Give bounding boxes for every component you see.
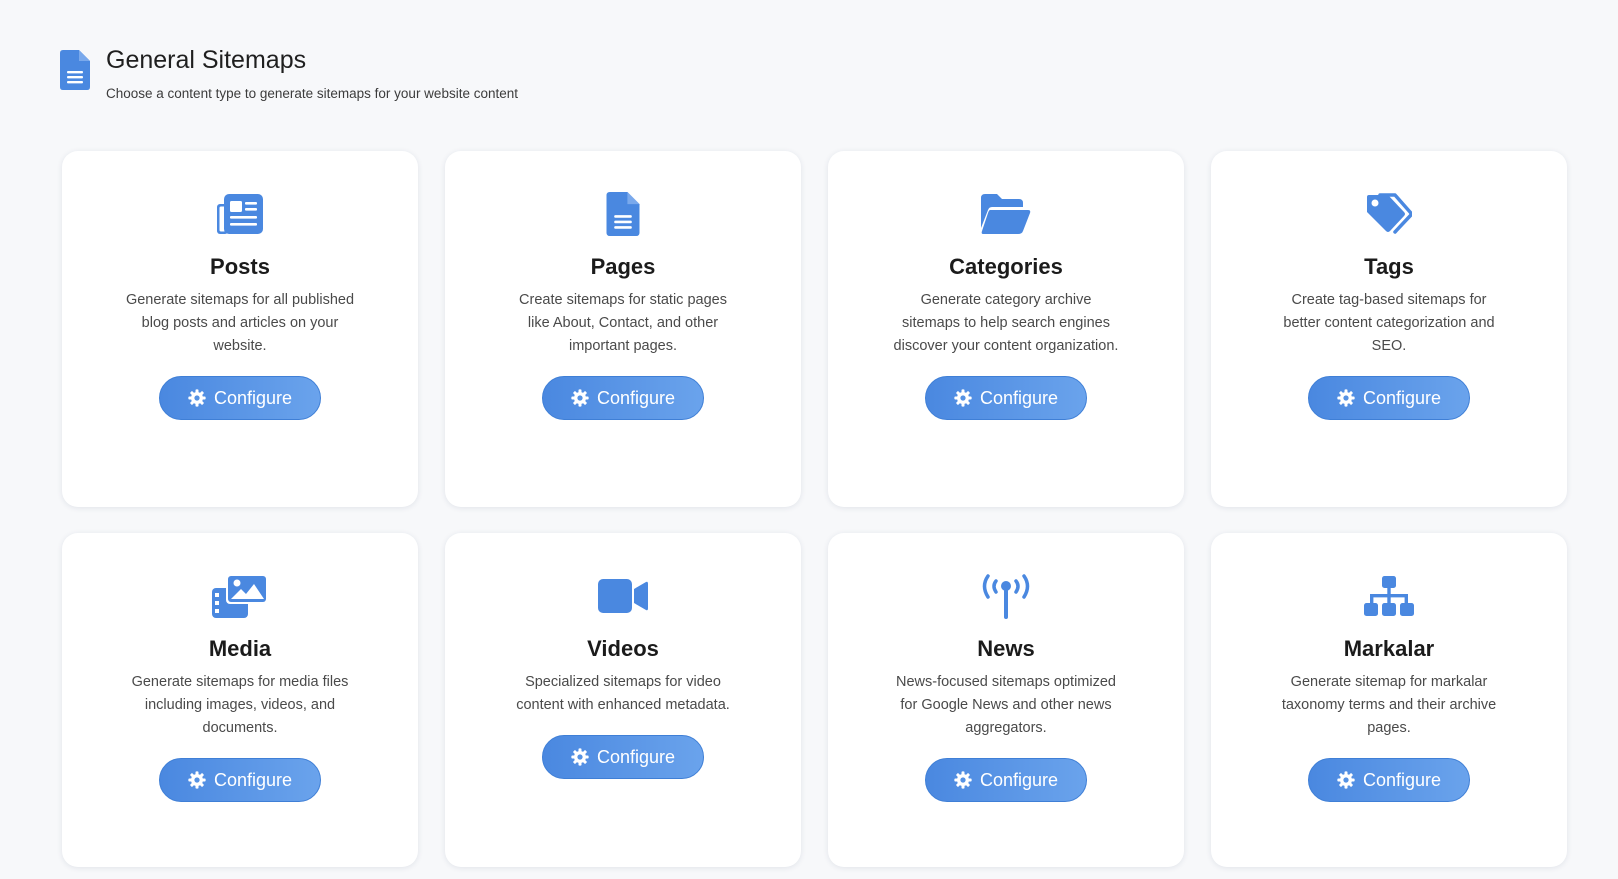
card-categories: Categories Generate category archive sit… xyxy=(828,151,1184,507)
file-alt-icon xyxy=(606,192,640,236)
card-title: Videos xyxy=(587,636,659,661)
card-description: Specialized sitemaps for video content w… xyxy=(516,674,730,713)
card-media: Media Generate sitemaps for media files … xyxy=(62,533,418,867)
configure-label: Configure xyxy=(596,746,676,767)
header-text: General Sitemaps Choose a content type t… xyxy=(106,44,518,101)
configure-tags-button[interactable]: Configure xyxy=(1308,376,1470,420)
card-videos: Videos Specialized sitemaps for video co… xyxy=(445,533,801,867)
configure-posts-button[interactable]: Configure xyxy=(159,376,321,420)
card-description: Create sitemaps for static pages like Ab… xyxy=(519,292,727,354)
gear-icon xyxy=(571,389,589,407)
card-title: Categories xyxy=(949,254,1063,279)
gear-icon xyxy=(188,389,206,407)
card-title: Tags xyxy=(1364,254,1414,279)
photo-video-icon xyxy=(212,574,268,618)
card-description: Generate sitemaps for media files includ… xyxy=(131,674,349,736)
card-tags: Tags Create tag-based sitemaps for bette… xyxy=(1211,151,1567,507)
gear-icon xyxy=(1337,771,1355,789)
gear-icon xyxy=(188,771,206,789)
card-description: Generate sitemap for markalar taxonomy t… xyxy=(1281,674,1497,736)
card-title: News xyxy=(977,636,1035,661)
configure-media-button[interactable]: Configure xyxy=(159,758,321,802)
page: General Sitemaps Choose a content type t… xyxy=(0,0,1618,879)
sitemap-icon xyxy=(1364,576,1414,616)
configure-label: Configure xyxy=(979,387,1059,408)
gear-icon xyxy=(1337,389,1355,407)
configure-label: Configure xyxy=(213,387,293,408)
broadcast-tower-icon xyxy=(982,574,1030,619)
gear-icon xyxy=(571,748,589,766)
folder-open-icon xyxy=(981,194,1031,234)
card-news: News News-focused sitemaps optimized for… xyxy=(828,533,1184,867)
page-header: General Sitemaps Choose a content type t… xyxy=(60,44,518,101)
video-icon xyxy=(598,579,648,613)
newspaper-icon xyxy=(217,194,263,234)
card-description: Create tag-based sitemaps for better con… xyxy=(1283,292,1495,354)
gear-icon xyxy=(954,389,972,407)
page-title: General Sitemaps xyxy=(106,46,307,74)
card-description: Generate sitemaps for all published blog… xyxy=(125,292,355,354)
card-markalar: Markalar Generate sitemap for markalar t… xyxy=(1211,533,1567,867)
file-alt-icon xyxy=(60,50,90,90)
configure-label: Configure xyxy=(1362,387,1442,408)
configure-label: Configure xyxy=(596,387,676,408)
configure-videos-button[interactable]: Configure xyxy=(542,735,704,779)
configure-news-button[interactable]: Configure xyxy=(925,758,1087,802)
configure-categories-button[interactable]: Configure xyxy=(925,376,1087,420)
card-title: Posts xyxy=(210,254,270,279)
configure-markalar-button[interactable]: Configure xyxy=(1308,758,1470,802)
tags-icon xyxy=(1367,193,1412,234)
gear-icon xyxy=(954,771,972,789)
configure-label: Configure xyxy=(213,769,293,790)
card-title: Markalar xyxy=(1343,636,1435,661)
card-title: Pages xyxy=(590,254,656,279)
card-pages: Pages Create sitemaps for static pages l… xyxy=(445,151,801,507)
card-posts: Posts Generate sitemaps for all publishe… xyxy=(62,151,418,507)
configure-pages-button[interactable]: Configure xyxy=(542,376,704,420)
sitemap-type-grid: Posts Generate sitemaps for all publishe… xyxy=(62,151,1567,867)
card-description: News-focused sitemaps optimized for Goog… xyxy=(895,674,1116,736)
configure-label: Configure xyxy=(1362,769,1442,790)
card-description: Generate category archive sitemaps to he… xyxy=(893,292,1119,354)
configure-label: Configure xyxy=(979,769,1059,790)
page-subtitle: Choose a content type to generate sitema… xyxy=(106,86,518,101)
card-title: Media xyxy=(208,636,272,661)
